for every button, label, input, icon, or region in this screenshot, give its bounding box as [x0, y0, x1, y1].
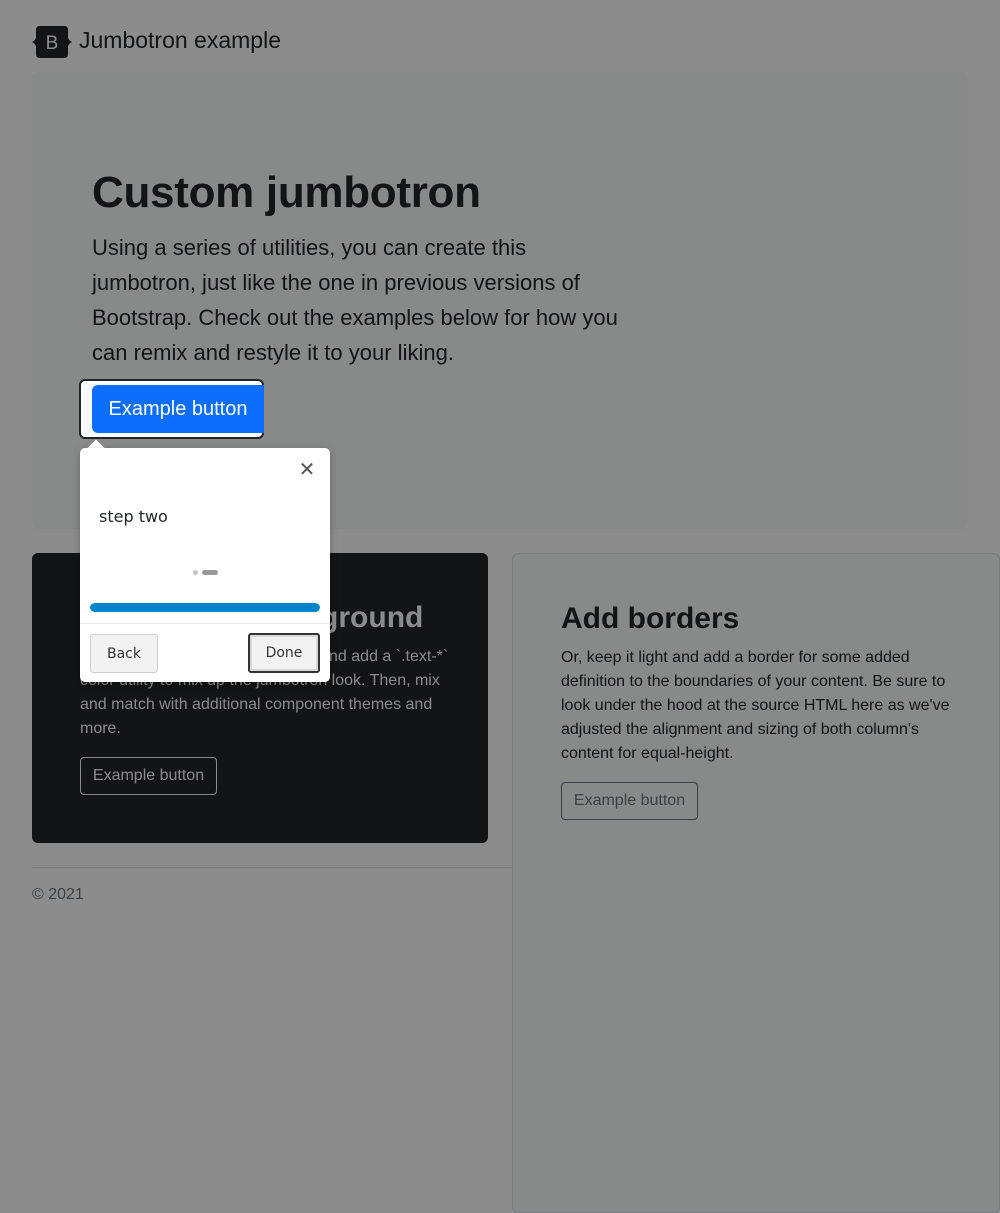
- logo-letter: B: [46, 33, 59, 54]
- light-card-title: Add borders: [561, 602, 740, 635]
- jumbotron-title: Custom jumbotron: [92, 168, 481, 217]
- step-dot-1[interactable]: [193, 570, 198, 575]
- page: B Jumbotron example Custom jumbotron Usi…: [0, 0, 1000, 1213]
- tour-back-button[interactable]: Back: [90, 634, 158, 673]
- footer-copyright: © 2021: [32, 886, 84, 903]
- tour-step-text: step two: [99, 507, 168, 526]
- footer-divider: [32, 867, 512, 868]
- dark-card-example-button[interactable]: Example button: [80, 757, 217, 795]
- light-card-text: Or, keep it light and add a border for s…: [561, 649, 950, 762]
- header: B Jumbotron example: [32, 24, 288, 76]
- jumbotron-lead: Using a series of utilities, you can cre…: [92, 235, 618, 365]
- highlighted-example-button[interactable]: Example button: [92, 385, 264, 433]
- tour-progress-fill: [90, 603, 320, 612]
- tour-done-button[interactable]: Done: [248, 633, 320, 673]
- tour-popover: ✕ step two Back Done: [80, 448, 330, 682]
- step-dot-2-active[interactable]: [202, 570, 218, 575]
- light-card: Add borders Or, keep it light and add a …: [512, 553, 1000, 1213]
- tour-popover-divider: [80, 623, 330, 624]
- close-icon[interactable]: ✕: [298, 458, 316, 480]
- tour-progress-bar: [90, 603, 320, 612]
- brand-title[interactable]: Jumbotron example: [79, 27, 281, 54]
- light-card-example-button[interactable]: Example button: [561, 782, 698, 820]
- bootstrap-logo-icon[interactable]: B: [32, 26, 72, 58]
